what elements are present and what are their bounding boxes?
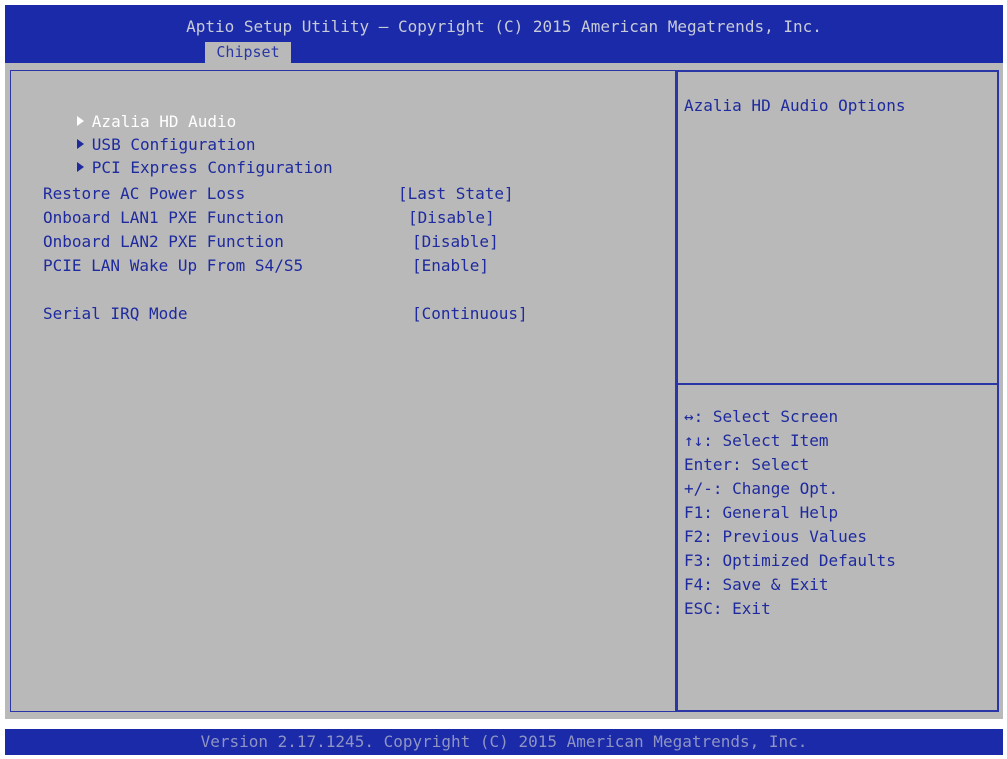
key-help-previous-values: F2: Previous Values [684, 527, 868, 546]
key-help-save-exit: F4: Save & Exit [684, 575, 829, 594]
setting-value-onboard-lan1-pxe[interactable]: [Disable] [408, 207, 495, 229]
submenu-usb-configuration[interactable]: USB Configuration [19, 112, 256, 154]
setting-value-restore-ac-power-loss[interactable]: [Last State] [398, 183, 514, 205]
footer-version: Version 2.17.1245. Copyright (C) 2015 Am… [5, 729, 1003, 755]
setting-onboard-lan1-pxe[interactable]: Onboard LAN1 PXE Function [43, 207, 284, 229]
setting-restore-ac-power-loss[interactable]: Restore AC Power Loss [43, 183, 245, 205]
help-description: Azalia HD Audio Options [684, 96, 906, 115]
key-help-select-item: ↑↓: Select Item [684, 431, 829, 450]
key-help-esc-exit: ESC: Exit [684, 599, 771, 618]
help-pane: Azalia HD Audio Options ↔: Select Screen… [676, 70, 999, 712]
submenu-label: PCI Express Configuration [91, 158, 333, 177]
key-help-change-opt: +/-: Change Opt. [684, 479, 839, 498]
key-help-general-help: F1: General Help [684, 503, 839, 522]
setting-value-serial-irq-mode[interactable]: [Continuous] [412, 303, 528, 325]
key-help-enter-select: Enter: Select [684, 455, 810, 474]
setting-value-onboard-lan2-pxe[interactable]: [Disable] [412, 231, 499, 253]
tab-chipset[interactable]: Chipset [205, 42, 291, 63]
setting-pcie-lan-wake-up[interactable]: PCIE LAN Wake Up From S4/S5 [43, 255, 303, 277]
setting-serial-irq-mode[interactable]: Serial IRQ Mode [43, 303, 188, 325]
header-title: Aptio Setup Utility – Copyright (C) 2015… [186, 17, 822, 36]
main-panel: Azalia HD Audio USB Configuration PCI Ex… [5, 63, 1003, 719]
setting-value-pcie-lan-wake-up[interactable]: [Enable] [412, 255, 489, 277]
submenu-azalia-hd-audio[interactable]: Azalia HD Audio [19, 89, 236, 131]
key-help-optimized-defaults: F3: Optimized Defaults [684, 551, 896, 570]
submenu-pci-express-configuration[interactable]: PCI Express Configuration [19, 135, 333, 177]
setting-onboard-lan2-pxe[interactable]: Onboard LAN2 PXE Function [43, 231, 284, 253]
key-help-select-screen: ↔: Select Screen [684, 407, 839, 426]
arrow-right-icon [76, 162, 84, 172]
settings-pane: Azalia HD Audio USB Configuration PCI Ex… [10, 70, 676, 712]
bios-header: Aptio Setup Utility – Copyright (C) 2015… [5, 5, 1003, 63]
help-divider [678, 383, 997, 385]
